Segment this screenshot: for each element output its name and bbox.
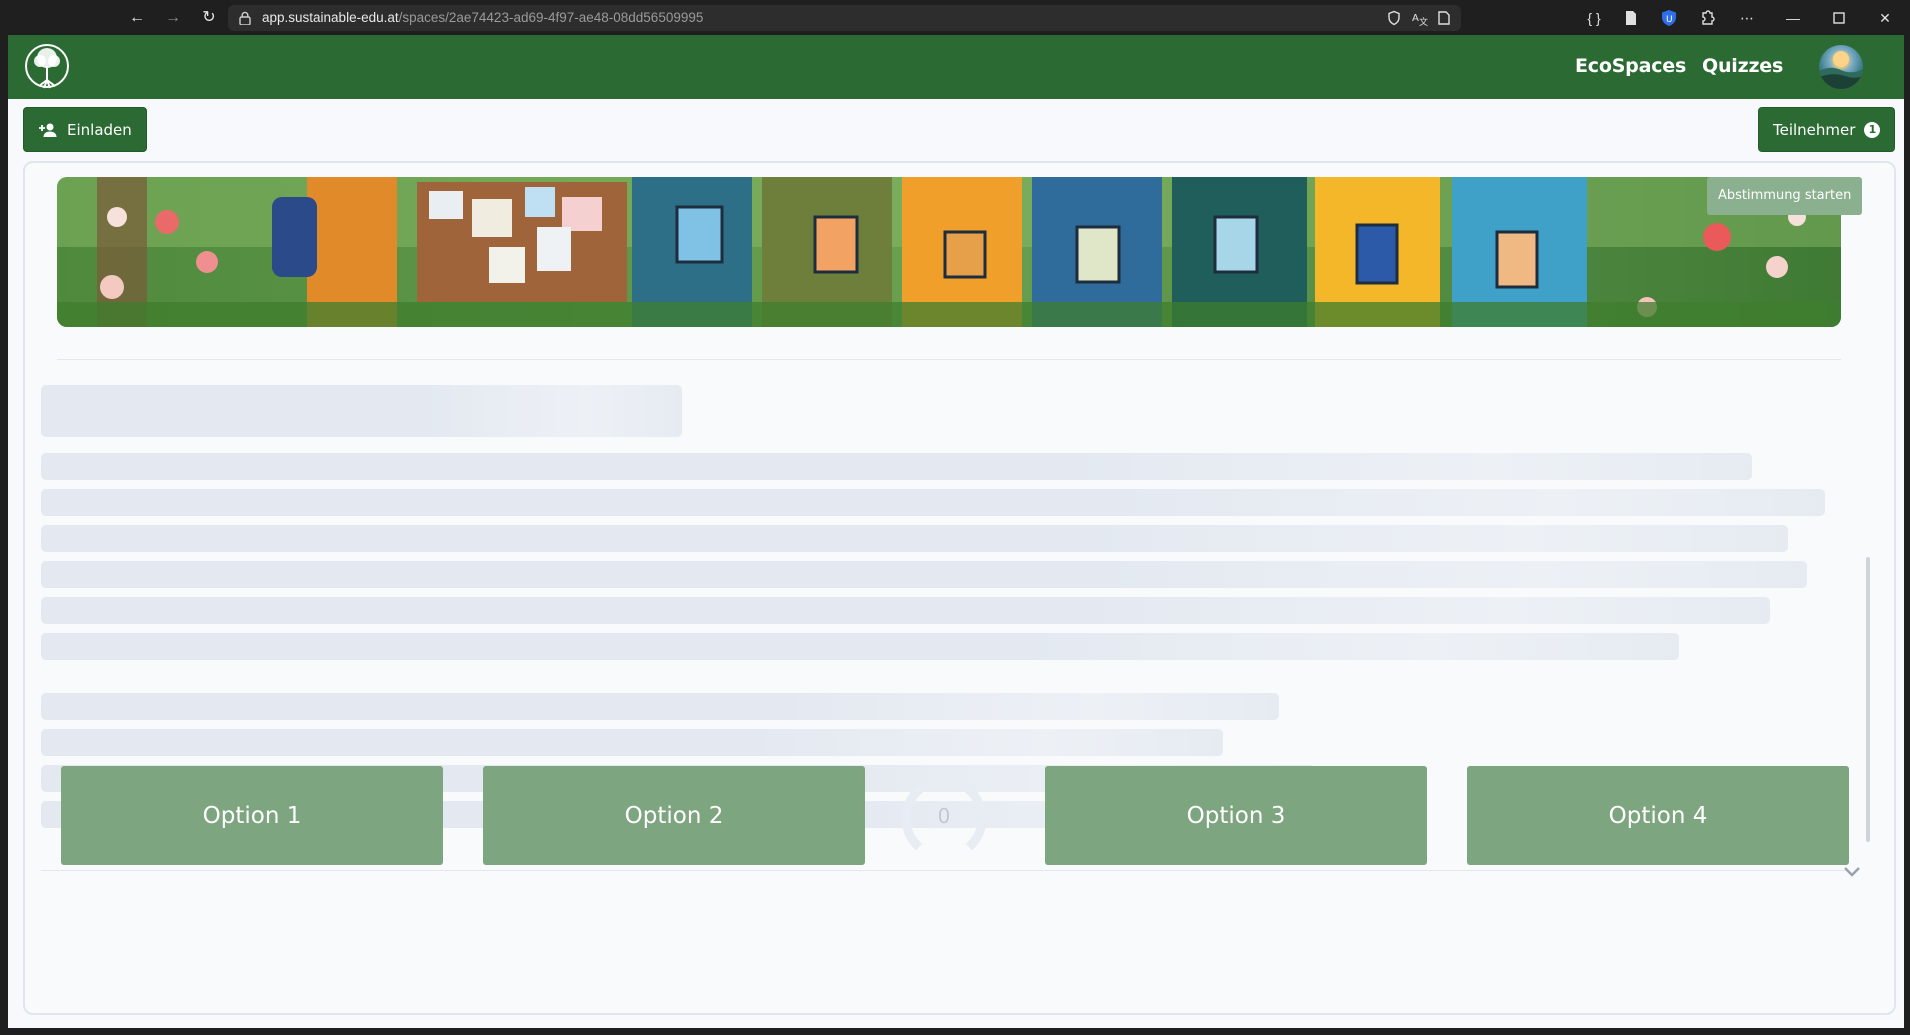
start-vote-button[interactable]: Abstimmung starten [1707,177,1863,215]
skeleton-title [41,385,682,437]
tracking-shield-icon[interactable] [1386,10,1402,26]
banner-image [57,177,1841,327]
skeleton-line [41,525,1788,552]
vote-option-4-button[interactable]: Option 4 [1467,766,1849,865]
vote-counter-value: 0 [937,804,951,828]
skeleton-line [41,633,1679,660]
participants-label: Teilnehmer [1773,120,1856,139]
more-menu-icon[interactable]: ⋯ [1738,9,1756,27]
address-bar[interactable]: app.sustainable-edu.at/spaces/2ae74423-a… [228,5,1461,31]
app-logo-tree-icon[interactable] [24,42,70,92]
skeleton-line [41,693,1279,720]
svg-text:文: 文 [1419,16,1428,26]
app-header: EcoSpaces Quizzes [8,35,1904,99]
lock-icon [239,11,251,25]
nav-quizzes[interactable]: Quizzes [1702,55,1783,77]
add-user-icon [39,123,57,137]
browser-toolbar: ← → ↻ app.sustainable-edu.at/spaces/2ae7… [0,0,1910,35]
content-scrollbar[interactable] [1866,557,1870,842]
close-window-icon[interactable]: ✕ [1876,9,1894,27]
skeleton-line [41,597,1770,624]
svg-text:U: U [1666,15,1673,25]
extensions-puzzle-icon[interactable] [1698,9,1716,27]
extension-shield-icon[interactable]: U [1660,9,1678,27]
devtools-icon[interactable]: { } [1585,9,1603,27]
space-card: Abstimmung starten [23,161,1896,1015]
avatar[interactable] [1819,45,1863,89]
invite-button[interactable]: Einladen [23,107,147,152]
participants-count-badge: 1 [1864,121,1881,138]
reload-icon[interactable]: ↻ [198,7,220,29]
maximize-icon[interactable] [1830,9,1848,27]
banner-illustration [57,177,1841,327]
avatar-image [1819,51,1863,89]
app-root: EcoSpaces Quizzes Einladen Teilnehmer 1 [8,35,1904,1028]
minimize-icon[interactable]: — [1784,9,1802,27]
nav-ecospaces[interactable]: EcoSpaces [1575,55,1686,77]
vote-option-3-button[interactable]: Option 3 [1045,766,1427,865]
svg-text:A: A [1412,13,1419,24]
url-host: app.sustainable-edu.at [262,10,399,25]
vote-option-2-button[interactable]: Option 2 [483,766,865,865]
page-icon[interactable] [1622,9,1640,27]
url-path: /spaces/2ae74423-ad69-4f97-ae48-08dd5650… [398,10,704,25]
vote-option-1-button[interactable]: Option 1 [61,766,443,865]
forward-icon[interactable]: → [162,7,184,29]
chevron-down-icon[interactable] [1842,864,1862,878]
skeleton-line [41,453,1752,480]
skeleton-line [41,729,1223,756]
divider [41,870,1845,871]
divider [57,359,1841,360]
participants-button[interactable]: Teilnehmer 1 [1758,107,1896,152]
reading-view-icon[interactable] [1436,10,1452,26]
skeleton-line [41,489,1825,516]
translate-icon[interactable]: A文 [1412,10,1428,26]
invite-label: Einladen [67,120,132,139]
back-icon[interactable]: ← [126,7,148,29]
skeleton-line [41,561,1807,588]
